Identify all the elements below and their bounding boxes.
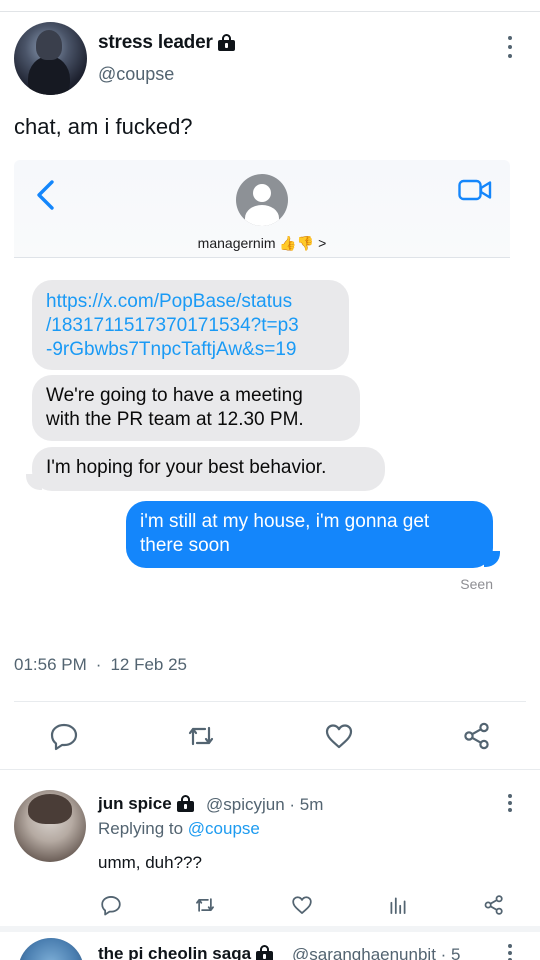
reply-author-display-name[interactable]: jun spice xyxy=(98,794,194,814)
message-line: there soon xyxy=(140,535,230,556)
lock-icon xyxy=(217,34,235,51)
message-bubble-link: https://x.com/PopBase/status /1831711517… xyxy=(32,280,349,370)
next-reply-author-name-text: the pi cheolin saga xyxy=(98,944,252,960)
contact-name: managernim 👍👎 > xyxy=(197,235,327,251)
reply-more-options-icon[interactable] xyxy=(507,794,513,816)
reply-icon[interactable] xyxy=(49,721,79,751)
more-options-icon[interactable] xyxy=(507,36,513,58)
replying-to-line: Replying to @coupse xyxy=(98,819,260,839)
like-heart-icon[interactable] xyxy=(291,894,313,916)
next-reply-handle-time[interactable]: @saranghaenunbit · 5 xyxy=(292,945,460,960)
reply-author-avatar[interactable] xyxy=(14,790,86,862)
message-line: https://x.com/PopBase/status xyxy=(46,291,293,312)
tweet-timestamp: 01:56 PM · 12 Feb 25 xyxy=(14,655,187,674)
message-bubble-meeting: We're going to have a meeting with the P… xyxy=(32,375,360,441)
tweet-date: 12 Feb 25 xyxy=(110,655,187,674)
next-reply-more-options-icon[interactable] xyxy=(507,944,513,960)
next-reply-author-display-name[interactable]: the pi cheolin saga xyxy=(98,944,274,960)
next-reply-author-avatar[interactable] xyxy=(18,938,84,960)
message-line: /1831711517370171534?t=p3 xyxy=(46,315,299,336)
read-receipt: Seen xyxy=(460,576,493,592)
tweet-time: 01:56 PM xyxy=(14,655,87,674)
author-display-name[interactable]: stress leader xyxy=(98,32,235,54)
contact-avatar-icon xyxy=(236,174,288,226)
author-name-text: stress leader xyxy=(98,32,213,53)
lock-icon xyxy=(256,945,274,960)
reply-text: umm, duh??? xyxy=(98,853,202,872)
back-chevron-icon xyxy=(37,180,54,210)
retweet-icon[interactable] xyxy=(186,721,216,751)
replying-to-mention[interactable]: @coupse xyxy=(188,819,260,838)
reply-icon[interactable] xyxy=(100,894,122,916)
tweet-text: chat, am i fucked? xyxy=(14,114,193,139)
divider xyxy=(0,769,540,770)
message-line: -9rGbwbs7TnpcTaftjAw&s=19 xyxy=(46,339,297,360)
author-handle[interactable]: @coupse xyxy=(98,64,174,85)
lock-icon xyxy=(176,795,194,812)
like-heart-icon[interactable] xyxy=(324,721,354,751)
share-icon[interactable] xyxy=(462,721,492,751)
message-bubble-behavior: I'm hoping for your best behavior. xyxy=(32,447,385,491)
message-bubble-outgoing: i'm still at my house, i'm gonna get the… xyxy=(126,501,493,568)
retweet-icon[interactable] xyxy=(194,894,216,916)
message-line: We're going to have a meeting xyxy=(46,385,303,406)
feed-separator xyxy=(0,926,540,932)
analytics-icon[interactable] xyxy=(387,894,409,916)
author-avatar[interactable] xyxy=(14,22,87,95)
reply-author-name-text: jun spice xyxy=(98,794,172,813)
message-line: i'm still at my house, i'm gonna get xyxy=(140,511,430,532)
imessage-header: managernim 👍👎 > xyxy=(14,160,510,258)
share-icon[interactable] xyxy=(483,894,505,916)
divider xyxy=(14,701,526,702)
video-camera-icon xyxy=(458,179,492,201)
top-divider xyxy=(0,0,540,12)
message-line: with the PR team at 12.30 PM. xyxy=(46,409,304,430)
replying-to-prefix: Replying to xyxy=(98,819,188,838)
reply-handle-time[interactable]: @spicyjun · 5m xyxy=(206,795,323,815)
